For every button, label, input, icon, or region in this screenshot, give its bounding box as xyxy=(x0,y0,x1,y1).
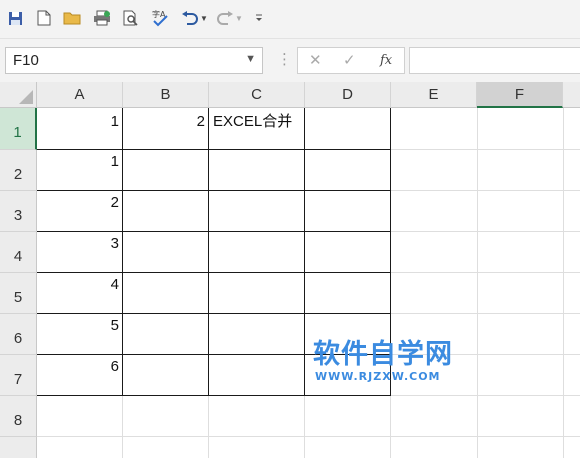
cell-border xyxy=(37,190,391,191)
formula-input[interactable] xyxy=(409,47,580,74)
cell-a1[interactable]: 1 xyxy=(37,113,119,131)
new-file-icon[interactable] xyxy=(34,8,54,28)
row-header-3[interactable]: 3 xyxy=(0,191,37,232)
cell-a5[interactable]: 4 xyxy=(37,276,119,294)
cancel-icon[interactable]: ✕ xyxy=(309,51,322,69)
column-header-a[interactable]: A xyxy=(37,82,123,108)
undo-icon[interactable] xyxy=(180,8,200,28)
watermark-title: 软件自学网 xyxy=(313,339,453,370)
row-header-7[interactable]: 7 xyxy=(0,355,37,396)
cell-border xyxy=(122,108,123,396)
save-icon[interactable] xyxy=(5,8,25,28)
cell-a6[interactable]: 5 xyxy=(37,317,119,335)
gridline xyxy=(477,108,478,458)
row-header-4[interactable]: 4 xyxy=(0,232,37,273)
cell-c1[interactable]: EXCEL合并 xyxy=(213,113,303,131)
gridline xyxy=(390,395,580,396)
column-header-c[interactable]: C xyxy=(209,82,305,108)
gridline xyxy=(122,395,123,458)
gridline xyxy=(563,108,564,458)
column-header-e[interactable]: E xyxy=(391,82,477,108)
confirm-icon[interactable]: ✓ xyxy=(343,51,356,69)
print-icon[interactable] xyxy=(92,8,112,28)
row-header-9[interactable] xyxy=(0,437,37,458)
redo-icon[interactable] xyxy=(215,8,235,28)
gridline xyxy=(390,313,580,314)
redo-dropdown-icon[interactable]: ▼ xyxy=(234,8,244,28)
open-folder-icon[interactable] xyxy=(62,8,82,28)
cell-a7[interactable]: 6 xyxy=(37,358,119,376)
row-header-5[interactable]: 5 xyxy=(0,273,37,314)
cell-a2[interactable]: 1 xyxy=(37,153,119,171)
gridline xyxy=(304,395,305,458)
svg-text:字A: 字A xyxy=(152,9,166,19)
gridline xyxy=(390,272,580,273)
undo-dropdown-icon[interactable]: ▼ xyxy=(199,8,209,28)
cell-border xyxy=(37,395,391,396)
name-box-dropdown-icon[interactable]: ▼ xyxy=(245,53,256,65)
spelling-icon[interactable]: 字A xyxy=(150,8,170,28)
row-header-8[interactable]: 8 xyxy=(0,396,37,437)
cell-border xyxy=(37,231,391,232)
row-header-6[interactable]: 6 xyxy=(0,314,37,355)
watermark-url: WWW.RJZXW.COM xyxy=(315,370,441,383)
gridline xyxy=(390,395,391,458)
cell-border xyxy=(304,108,305,396)
cell-b1[interactable]: 2 xyxy=(123,113,205,131)
row-header-1[interactable]: 1 xyxy=(0,108,37,150)
select-all-button[interactable] xyxy=(0,82,37,108)
gridline xyxy=(208,395,209,458)
cell-a3[interactable]: 2 xyxy=(37,194,119,212)
print-preview-icon[interactable] xyxy=(121,8,141,28)
column-header-b[interactable]: B xyxy=(123,82,209,108)
drag-handle-icon[interactable]: ⋮ xyxy=(277,50,292,68)
insert-function-icon[interactable]: fx xyxy=(380,53,392,68)
worksheet-grid: A B C D E F 1 2 3 4 5 6 7 8 1 2 EXCEL合并 … xyxy=(0,82,580,458)
name-box-value: F10 xyxy=(13,52,39,69)
customize-icon[interactable] xyxy=(252,8,266,28)
column-header-f[interactable]: F xyxy=(477,82,563,108)
column-header-d[interactable]: D xyxy=(305,82,391,108)
gridline xyxy=(390,231,580,232)
name-box[interactable]: F10 ▼ xyxy=(5,47,263,74)
cell-border xyxy=(208,108,209,396)
cell-border xyxy=(37,149,391,150)
gridline xyxy=(390,190,580,191)
row-header-2[interactable]: 2 xyxy=(0,150,37,191)
formula-buttons: ✕ ✓ fx xyxy=(297,47,405,74)
watermark: 软件自学网 WWW.RJZXW.COM xyxy=(313,340,473,384)
gridline xyxy=(37,436,580,437)
column-header-g[interactable] xyxy=(563,82,580,108)
cell-a4[interactable]: 3 xyxy=(37,235,119,253)
cell-border xyxy=(37,272,391,273)
quick-access-toolbar: 字A ▼ ▼ xyxy=(0,0,580,38)
cell-border xyxy=(37,313,391,314)
gridline xyxy=(390,149,580,150)
formula-bar: F10 ▼ ⋮ ✕ ✓ fx xyxy=(0,38,580,82)
